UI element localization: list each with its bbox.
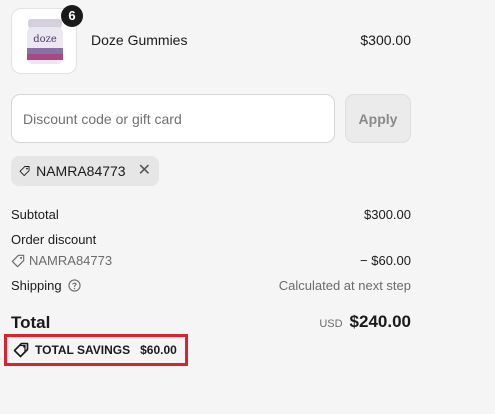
total-savings-label: TOTAL SAVINGS — [35, 343, 131, 357]
product-thumbnail: doze 6 — [11, 5, 83, 74]
product-price: $300.00 — [360, 32, 411, 48]
total-savings-value: $60.00 — [140, 343, 177, 357]
discount-code-row: NAMRA84773 − $60.00 — [11, 253, 411, 271]
order-discount-label: Order discount — [11, 232, 97, 247]
shipping-value: Calculated at next step — [278, 278, 411, 293]
subtotal-value: $300.00 — [364, 207, 411, 222]
tag-icon — [13, 342, 29, 358]
subtotal-label: Subtotal — [11, 207, 59, 222]
remove-code-icon[interactable]: ✕ — [138, 163, 151, 179]
help-icon[interactable] — [67, 279, 81, 292]
tag-icon — [11, 254, 25, 267]
subtotal-row: Subtotal $300.00 — [11, 207, 411, 222]
shipping-label: Shipping — [11, 278, 62, 293]
tag-icon — [19, 166, 30, 176]
shipping-row: Shipping Calculated at next step — [11, 278, 411, 293]
product-name: Doze Gummies — [91, 32, 188, 48]
total-label: Total — [11, 313, 51, 332]
discount-code-text: NAMRA84773 — [29, 253, 113, 268]
discount-amount: − $60.00 — [360, 253, 411, 268]
order-discount-row: Order discount — [11, 232, 411, 247]
discount-code-input[interactable] — [11, 94, 335, 143]
cart-item: doze 6 Doze Gummies $300.00 — [11, 5, 411, 74]
apply-button[interactable]: Apply — [345, 94, 411, 143]
applied-discount-chip: NAMRA84773 ✕ — [11, 156, 159, 186]
total-amount-group: USD $240.00 — [319, 312, 411, 332]
total-amount: $240.00 — [349, 312, 411, 331]
currency-code: USD — [319, 318, 343, 330]
quantity-badge: 6 — [61, 5, 83, 27]
product-jar-label: doze — [33, 34, 57, 45]
applied-code-text: NAMRA84773 — [36, 163, 126, 179]
product-jar-image: doze — [27, 19, 63, 64]
total-savings-box: TOTAL SAVINGS $60.00 — [4, 334, 188, 366]
